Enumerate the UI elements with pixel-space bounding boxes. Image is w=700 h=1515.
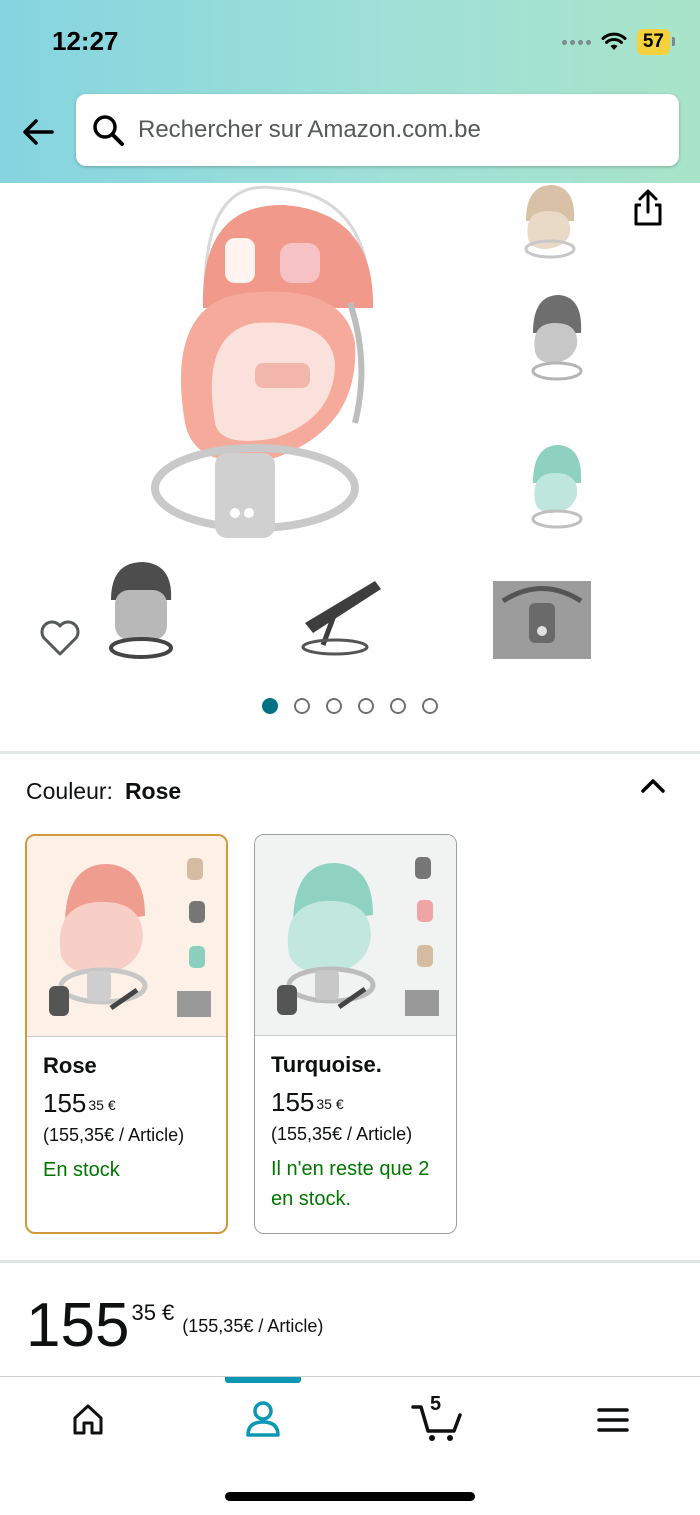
price-fraction: 35 € <box>131 1300 175 1325</box>
gallery-dot[interactable] <box>390 698 406 714</box>
product-price: 155 35 € (155,35€ / Article) <box>26 1292 323 1360</box>
gallery-dot[interactable] <box>262 698 278 714</box>
swing-image-turquoise <box>277 857 439 1016</box>
price-unit: (155,35€ / Article) <box>182 1316 324 1336</box>
battery-indicator: 57 <box>636 29 676 55</box>
section-divider <box>0 1260 700 1263</box>
selected-color: Rose <box>124 778 182 804</box>
price-whole: 155 <box>43 1088 87 1118</box>
option-stock-status: Il n'en reste que 2 en stock. <box>271 1158 430 1210</box>
search-placeholder: Rechercher sur Amazon.com.be <box>138 116 481 143</box>
thumbnail-swing-side[interactable] <box>295 573 385 658</box>
price-whole: 155 <box>26 1291 130 1360</box>
price-fraction: 35 <box>316 1096 332 1112</box>
active-tab-indicator <box>225 1377 301 1383</box>
home-indicator <box>225 1492 475 1501</box>
thumbnail-swing-front[interactable] <box>105 560 177 660</box>
option-price: 155 35 € <box>43 1089 226 1117</box>
price-fraction: 35 <box>88 1097 104 1113</box>
gallery-dot[interactable] <box>294 698 310 714</box>
gallery-dot[interactable] <box>422 698 438 714</box>
app-header: 12:27 57 Rechercher sur Amazon.com.be <box>0 0 700 183</box>
option-unit-price: (155,35€ / Article) <box>43 1125 185 1145</box>
heart-icon[interactable] <box>38 618 82 658</box>
thumbnail-beige-swing[interactable] <box>518 183 580 261</box>
menu-icon[interactable] <box>596 1405 630 1435</box>
option-price: 155 35 € <box>271 1088 456 1116</box>
color-label: Couleur: <box>26 778 113 804</box>
chevron-up-icon[interactable] <box>638 772 668 798</box>
option-unit-price: (155,35€ / Article) <box>271 1124 413 1144</box>
swing-image-rose <box>49 858 211 1017</box>
cart-count-badge: 5 <box>430 1393 442 1415</box>
thumbnail-grey-swing[interactable] <box>525 293 587 383</box>
color-variation-header: Couleur: Rose <box>26 778 181 805</box>
price-currency: € <box>107 1097 116 1113</box>
color-option-turquoise[interactable]: Turquoise. 155 35 € (155,35€ / Article) I… <box>254 834 457 1234</box>
back-arrow-icon[interactable] <box>18 112 58 152</box>
account-icon[interactable] <box>244 1399 282 1439</box>
gallery-dot[interactable] <box>358 698 374 714</box>
option-name: Turquoise. <box>271 1052 382 1077</box>
color-option-rose[interactable]: Rose 155 35 € (155,35€ / Article) En stoc… <box>25 834 228 1234</box>
share-icon[interactable] <box>630 188 666 228</box>
search-input[interactable]: Rechercher sur Amazon.com.be <box>76 94 679 166</box>
gallery-pagination <box>262 698 438 714</box>
thumbnail-swing-base[interactable] <box>493 581 591 659</box>
home-icon[interactable] <box>70 1401 106 1437</box>
option-image-rose <box>27 836 226 1037</box>
product-main-image[interactable] <box>145 183 395 548</box>
status-indicators: 57 <box>561 28 676 56</box>
option-stock-status: En stock <box>43 1159 120 1181</box>
price-currency: € <box>335 1096 344 1112</box>
status-time: 12:27 <box>52 26 119 56</box>
thumbnail-turquoise-swing[interactable] <box>525 443 587 531</box>
gallery-dot[interactable] <box>326 698 342 714</box>
cellular-signal-icon <box>561 39 591 45</box>
section-divider <box>0 751 700 754</box>
option-image-turquoise <box>255 835 456 1036</box>
price-whole: 155 <box>271 1087 315 1117</box>
product-image-gallery[interactable] <box>0 183 700 753</box>
wifi-icon <box>601 32 627 50</box>
option-name: Rose <box>43 1053 97 1078</box>
search-icon <box>93 115 124 146</box>
